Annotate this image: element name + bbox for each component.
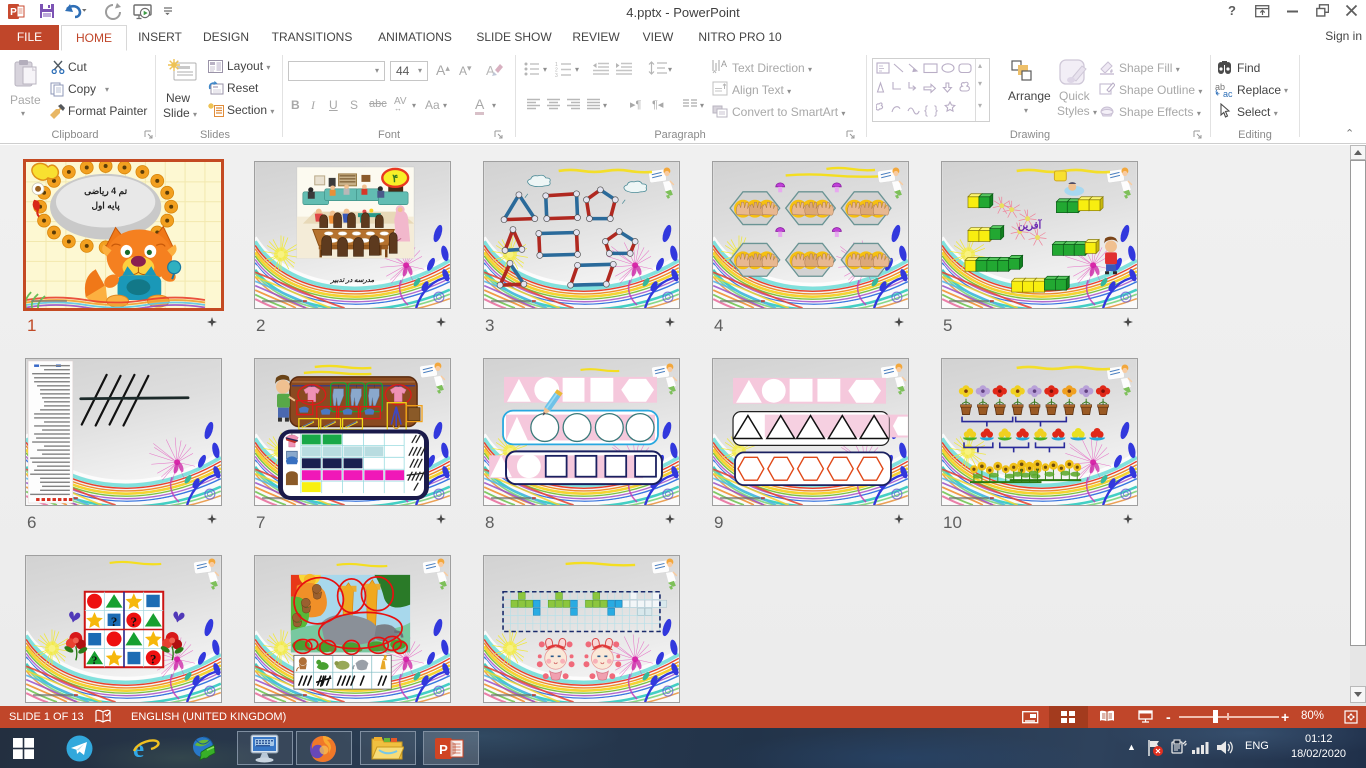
svg-text:پایه اول: پایه اول xyxy=(92,201,121,212)
svg-text:?: ? xyxy=(131,614,137,629)
svg-text:{: { xyxy=(924,103,928,117)
svg-text:تم 4 ریاضی: تم 4 ریاضی xyxy=(84,186,127,197)
svg-text:آفرین: آفرین xyxy=(1018,219,1043,232)
svg-text:?: ? xyxy=(92,653,98,667)
svg-text:}: } xyxy=(934,103,938,117)
svg-text:?: ? xyxy=(111,614,117,629)
svg-text:مدرسه در تدبیر: مدرسه در تدبیر xyxy=(330,276,375,284)
svg-text:3: 3 xyxy=(555,73,558,77)
svg-text:?: ? xyxy=(150,652,156,667)
svg-text:A: A xyxy=(486,63,495,78)
svg-text:P: P xyxy=(439,742,448,757)
svg-text:ac: ac xyxy=(1223,89,1233,98)
svg-text:A: A xyxy=(721,59,727,69)
svg-text:۴: ۴ xyxy=(392,173,398,185)
